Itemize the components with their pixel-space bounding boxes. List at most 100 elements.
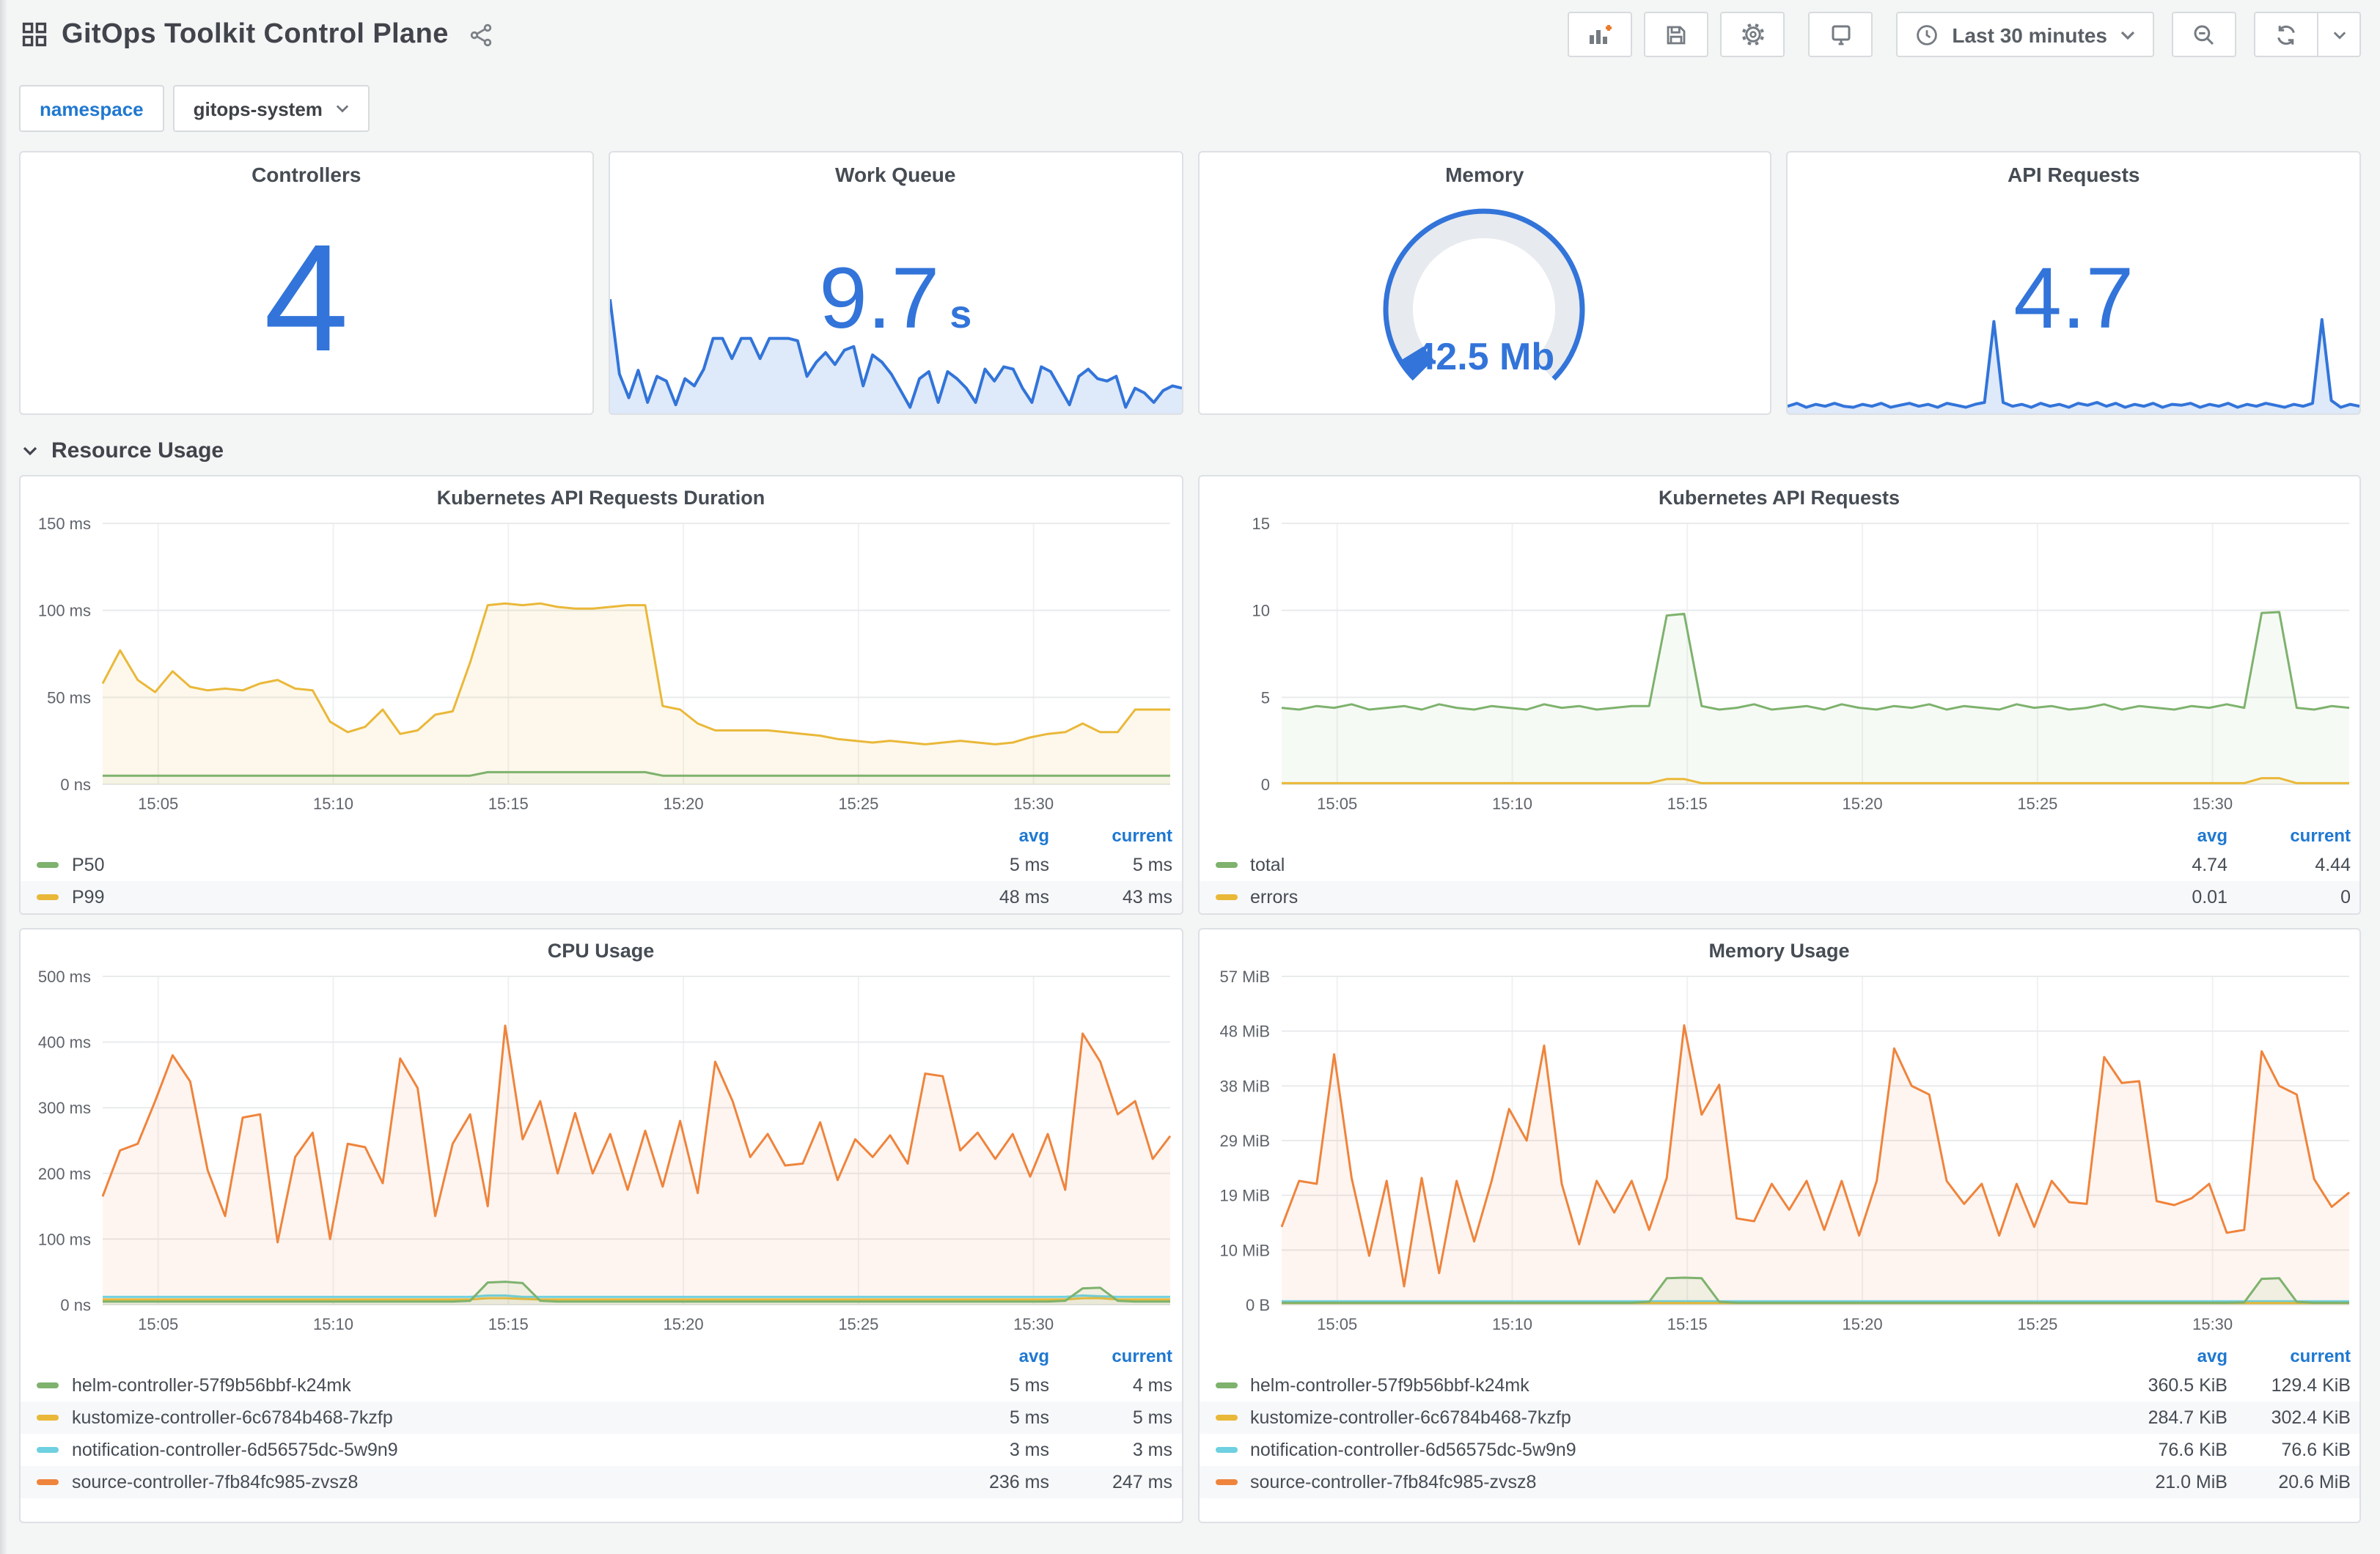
legend-current-value: 4.44	[2315, 855, 2351, 875]
dashboard-title: GitOps Toolkit Control Plane	[62, 18, 449, 49]
legend-avg-value: 21.0 MiB	[2155, 1472, 2227, 1492]
dashboard-settings-button[interactable]	[1720, 12, 1785, 57]
x-axis-label: 15:05	[138, 1315, 178, 1333]
time-series-chart[interactable]: 15:05 15:10 15:15 15:20 15:25 15:30 0 ns 100 ms…	[21, 965, 1181, 1340]
y-axis-label: 19 MiB	[1219, 1187, 1269, 1205]
legend-column-avg[interactable]: avg	[2113, 825, 2227, 846]
legend-column-avg[interactable]: avg	[935, 1346, 1049, 1366]
series-line-total	[1280, 611, 2349, 711]
legend-avg-value: 5 ms	[1009, 1407, 1049, 1428]
chart-canvas[interactable]: 15:05 15:10 15:15 15:20 15:25 15:30 0 5 10 15	[1199, 512, 2360, 820]
legend-column-current[interactable]: current	[2227, 1346, 2351, 1366]
chevron-down-icon	[336, 104, 349, 113]
legend-series-name[interactable]: notification-controller-6d56575dc-5w9n9	[72, 1440, 935, 1460]
panel-title[interactable]: Kubernetes API Requests Duration	[21, 476, 1181, 509]
legend-current-value: 129.4 KiB	[2271, 1375, 2351, 1396]
legend-series-name[interactable]: errors	[1250, 887, 2113, 907]
y-axis-label: 38 MiB	[1219, 1077, 1269, 1095]
panel-title[interactable]: Memory	[1199, 152, 1771, 186]
legend-series-name[interactable]: source-controller-7fb84fc985-zvsz8	[72, 1472, 935, 1492]
panel-cpu-usage: CPU Usage 15:05 15:10 15:15 15:20 15:25 15:30…	[19, 928, 1183, 1523]
row-resource-usage[interactable]: Resource Usage	[0, 415, 2380, 463]
refresh-button[interactable]	[2254, 12, 2318, 57]
share-icon[interactable]	[469, 23, 493, 46]
save-dashboard-button[interactable]	[1644, 12, 1709, 57]
series-color-dash	[37, 1382, 59, 1388]
x-axis-label: 15:20	[1842, 1315, 1882, 1333]
time-series-chart[interactable]: 15:05 15:10 15:15 15:20 15:25 15:30 0 ns 50 ms 1…	[21, 512, 1181, 820]
stat-value: 4	[263, 213, 349, 384]
legend-header: avg current	[1199, 1343, 2359, 1369]
stat-value: 9.7 s	[819, 249, 972, 347]
panel-title[interactable]: CPU Usage	[21, 929, 1181, 962]
legend-row: notification-controller-6d56575dc-5w9n9 7…	[1199, 1434, 2359, 1466]
legend-column-current[interactable]: current	[1049, 1346, 1172, 1366]
legend-column-current[interactable]: current	[1049, 825, 1172, 846]
x-axis-label: 15:10	[313, 795, 353, 813]
x-axis-label: 15:30	[1013, 1315, 1054, 1333]
legend-avg-value: 5 ms	[1009, 1375, 1049, 1396]
legend-current-value: 20.6 MiB	[2278, 1472, 2351, 1492]
legend-series-name[interactable]: P99	[72, 887, 935, 907]
panel-title[interactable]: Kubernetes API Requests	[1199, 476, 2359, 509]
series-color-dash	[37, 1415, 59, 1421]
dashboard-grid-icon[interactable]	[22, 22, 47, 47]
legend-column-current[interactable]: current	[2227, 825, 2351, 846]
chart-legend: avg current P50 5 ms 5 ms P99 48 ms 43 ms	[21, 822, 1181, 913]
legend-row: errors 0.01 0	[1199, 881, 2359, 913]
legend-current-value: 4 ms	[1132, 1375, 1172, 1396]
legend-row: helm-controller-57f9b56bbf-k24mk 5 ms 4 ms	[21, 1369, 1181, 1402]
x-axis-label: 15:20	[664, 1315, 704, 1333]
chart-canvas[interactable]: 15:05 15:10 15:15 15:20 15:25 15:30 0 ns 100 ms…	[21, 965, 1182, 1340]
legend-column-avg[interactable]: avg	[2113, 1346, 2227, 1366]
x-axis-label: 15:15	[1667, 1315, 1707, 1333]
x-axis-label: 15:25	[2016, 1315, 2057, 1333]
legend-row: kustomize-controller-6c6784b468-7kzfp 284…	[1199, 1402, 2359, 1434]
namespace-value: gitops-system	[193, 97, 323, 119]
panel-title[interactable]: API Requests	[1788, 152, 2360, 186]
y-axis-label: 0 ns	[60, 1296, 91, 1314]
zoom-out-button[interactable]	[2172, 12, 2236, 57]
legend-row: source-controller-7fb84fc985-zvsz8 21.0 M…	[1199, 1466, 2359, 1498]
legend-row: P50 5 ms 5 ms	[21, 849, 1181, 881]
stat-value: 4.7	[2013, 249, 2134, 347]
y-axis-label: 5	[1260, 688, 1269, 707]
legend-column-avg[interactable]: avg	[935, 825, 1049, 846]
chart-canvas[interactable]: 15:05 15:10 15:15 15:20 15:25 15:30 0 B 10 MiB 1…	[1199, 965, 2360, 1340]
stat-unit: s	[950, 292, 972, 336]
x-axis-label: 15:30	[1013, 795, 1054, 813]
legend-avg-value: 360.5 KiB	[2148, 1375, 2227, 1396]
legend-current-value: 43 ms	[1122, 887, 1172, 907]
time-series-chart[interactable]: 15:05 15:10 15:15 15:20 15:25 15:30 0 B 10 MiB 1…	[1199, 965, 2359, 1340]
panel-title[interactable]: Work Queue	[610, 152, 1182, 186]
legend-series-name[interactable]: P50	[72, 855, 935, 875]
panel-title[interactable]: Controllers	[21, 152, 592, 186]
clock-icon	[1915, 23, 1939, 46]
legend-row: kustomize-controller-6c6784b468-7kzfp 5 m…	[21, 1402, 1181, 1434]
legend-series-name[interactable]: helm-controller-57f9b56bbf-k24mk	[72, 1375, 935, 1396]
legend-series-name[interactable]: total	[1250, 855, 2113, 875]
y-axis-label: 400 ms	[38, 1034, 91, 1052]
cycle-view-mode-button[interactable]	[1808, 12, 1873, 57]
add-panel-button[interactable]	[1568, 12, 1633, 57]
refresh-interval-caret-button[interactable]	[2318, 12, 2361, 57]
grafana-dashboard: GitOps Toolkit Control Plane Last 30 min…	[0, 0, 2380, 1554]
legend-series-name[interactable]: kustomize-controller-6c6784b468-7kzfp	[72, 1407, 935, 1428]
y-axis-label: 150 ms	[38, 515, 91, 533]
y-axis-label: 0	[1260, 776, 1269, 794]
y-axis-label: 300 ms	[38, 1099, 91, 1117]
time-series-chart[interactable]: 15:05 15:10 15:15 15:20 15:25 15:30 0 5 10 15	[1199, 512, 2359, 820]
panel-title[interactable]: Memory Usage	[1199, 929, 2359, 962]
time-range-label: Last 30 minutes	[1952, 23, 2107, 46]
legend-series-name[interactable]: helm-controller-57f9b56bbf-k24mk	[1250, 1375, 2113, 1396]
x-axis-label: 15:15	[488, 1315, 529, 1333]
legend-series-name[interactable]: notification-controller-6d56575dc-5w9n9	[1250, 1440, 2113, 1460]
time-range-picker[interactable]: Last 30 minutes	[1896, 12, 2154, 57]
legend-series-name[interactable]: source-controller-7fb84fc985-zvsz8	[1250, 1472, 2113, 1492]
panel-work-queue: Work Queue 9.7 s	[608, 151, 1183, 415]
chart-legend: avg current helm-controller-57f9b56bbf-k24…	[1199, 1343, 2359, 1498]
legend-series-name[interactable]: kustomize-controller-6c6784b468-7kzfp	[1250, 1407, 2113, 1428]
namespace-dropdown[interactable]: gitops-system	[172, 85, 370, 132]
chart-canvas[interactable]: 15:05 15:10 15:15 15:20 15:25 15:30 0 ns 50 ms 1…	[21, 512, 1182, 820]
x-axis-label: 15:25	[838, 1315, 878, 1333]
